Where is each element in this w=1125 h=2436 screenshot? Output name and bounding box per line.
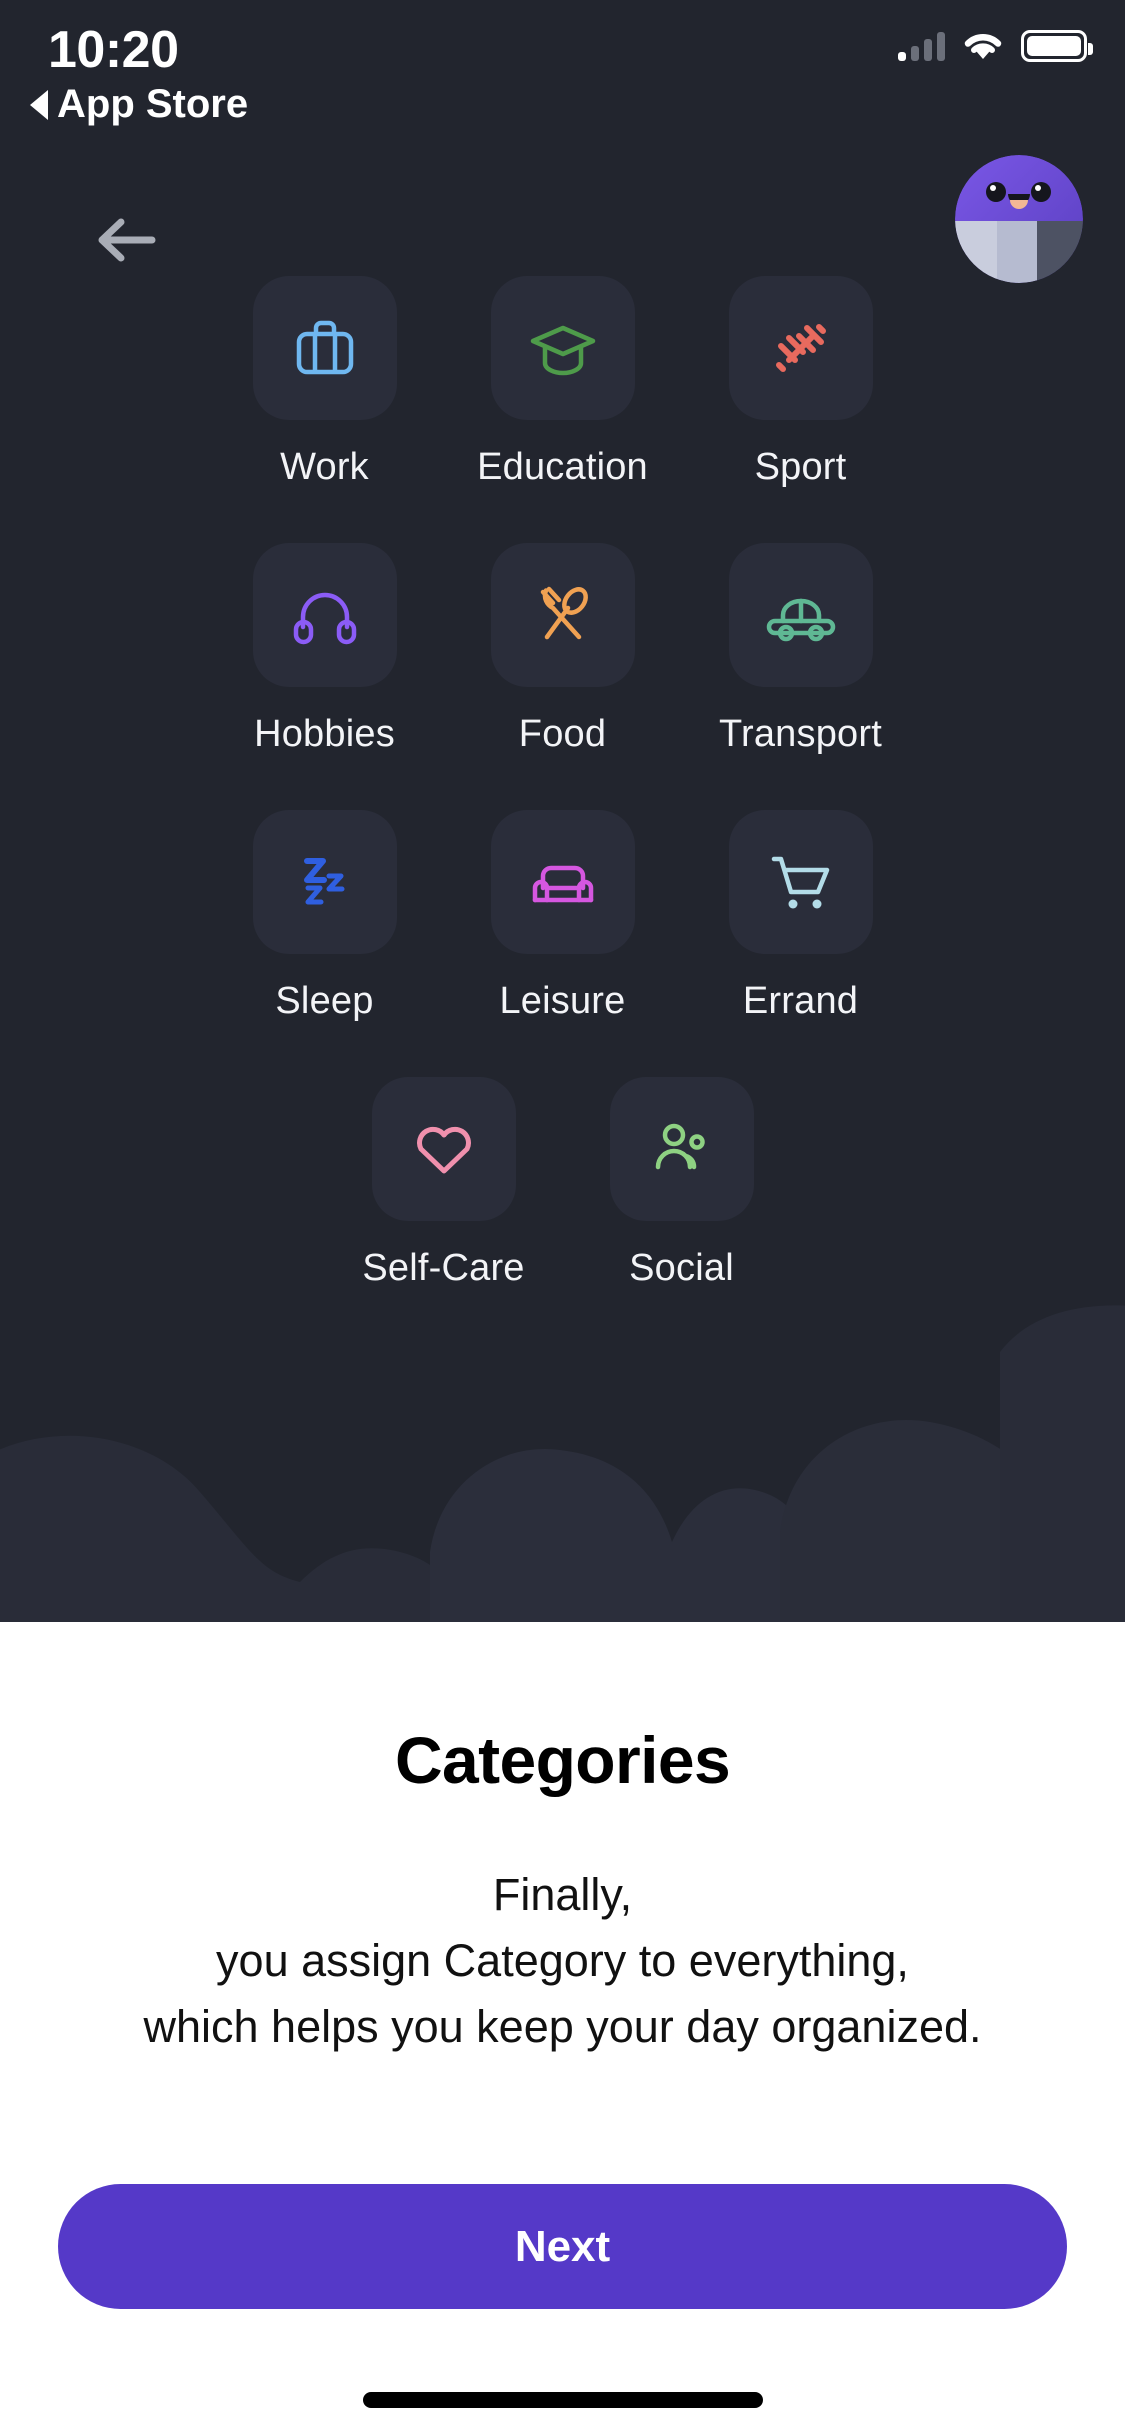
category-item-errand[interactable]: Errand: [682, 810, 920, 1023]
category-label: Transport: [718, 713, 882, 755]
category-tile[interactable]: [728, 276, 873, 420]
category-label: Errand: [742, 980, 859, 1022]
category-row: Work Education Sport: [0, 276, 1125, 489]
next-button[interactable]: Next: [58, 2184, 1067, 2309]
back-to-app-store-link[interactable]: App Store: [30, 82, 248, 127]
user-avatar-icon[interactable]: [955, 155, 1083, 283]
shopping-cart-icon: [771, 856, 829, 909]
triangle-left-icon: [30, 89, 48, 120]
battery-full-icon: [1021, 30, 1093, 62]
home-indicator[interactable]: [362, 2392, 763, 2408]
heart-icon: [416, 1126, 471, 1174]
cellular-signal-icon: [898, 31, 945, 61]
category-label: Education: [477, 446, 648, 488]
category-row: Sleep Leisure Errand: [0, 810, 1125, 1023]
category-tile[interactable]: [490, 810, 635, 954]
category-item-self-care[interactable]: Self-Care: [325, 1077, 563, 1290]
category-label: Sport: [754, 446, 847, 488]
category-item-hobbies[interactable]: Hobbies: [206, 543, 444, 756]
description-line-2: you assign Category to everything,: [216, 1935, 909, 1986]
category-item-social[interactable]: Social: [563, 1077, 801, 1290]
headphones-icon: [293, 592, 356, 645]
category-row: Self-Care Social: [0, 1077, 1125, 1290]
info-sheet: Categories Finally, you assign Category …: [0, 1622, 1125, 2436]
back-to-app-store-label: App Store: [57, 82, 249, 126]
status-bar: 10:20 App Store: [0, 0, 1125, 130]
category-row: Hobbies Food Transport: [0, 543, 1125, 756]
category-label: Hobbies: [254, 713, 395, 755]
page-title: Categories: [394, 1723, 731, 1797]
category-tile[interactable]: [252, 543, 397, 687]
category-tile[interactable]: [609, 1077, 754, 1221]
category-tile[interactable]: [490, 543, 635, 687]
status-indicators: [898, 30, 1093, 62]
dumbbell-icon: [775, 324, 826, 372]
categories-illustration-panel: 10:20 App Store Work Education Sport Hob…: [0, 0, 1125, 1622]
category-tile[interactable]: [490, 276, 635, 420]
category-item-sport[interactable]: Sport: [682, 276, 920, 489]
category-item-education[interactable]: Education: [444, 276, 682, 489]
category-item-sleep[interactable]: Sleep: [206, 810, 444, 1023]
page-description: Finally, you assign Category to everythi…: [0, 1862, 1125, 2060]
phone-screen: 10:20 App Store Work Education Sport Hob…: [0, 0, 1125, 2436]
car-icon: [766, 598, 835, 642]
category-tile[interactable]: [252, 276, 397, 420]
category-item-work[interactable]: Work: [206, 276, 444, 489]
status-time: 10:20: [48, 21, 179, 79]
category-item-food[interactable]: Food: [444, 543, 682, 756]
people-icon: [655, 1123, 705, 1170]
description-line-3: which helps you keep your day organized.: [143, 2001, 982, 2052]
category-label: Leisure: [499, 980, 626, 1022]
fork-spoon-icon: [540, 586, 588, 640]
category-label: Self-Care: [362, 1247, 525, 1289]
sofa-icon: [532, 865, 593, 903]
category-tile[interactable]: [252, 810, 397, 954]
wifi-icon: [964, 34, 1002, 59]
arrow-left-icon[interactable]: [90, 205, 160, 275]
briefcase-icon: [296, 320, 353, 375]
category-label: Work: [280, 446, 369, 488]
description-line-1: Finally,: [492, 1869, 633, 1920]
category-label: Social: [629, 1247, 734, 1289]
category-tile[interactable]: [728, 543, 873, 687]
category-label: Sleep: [275, 980, 374, 1022]
graduation-cap-icon: [530, 325, 595, 376]
zzz-sleep-icon: [303, 858, 344, 905]
category-item-leisure[interactable]: Leisure: [444, 810, 682, 1023]
category-tile[interactable]: [728, 810, 873, 954]
category-item-transport[interactable]: Transport: [682, 543, 920, 756]
category-tile[interactable]: [371, 1077, 516, 1221]
category-grid: Work Education Sport Hobbies Food Transp…: [0, 276, 1125, 1344]
category-label: Food: [518, 713, 607, 755]
